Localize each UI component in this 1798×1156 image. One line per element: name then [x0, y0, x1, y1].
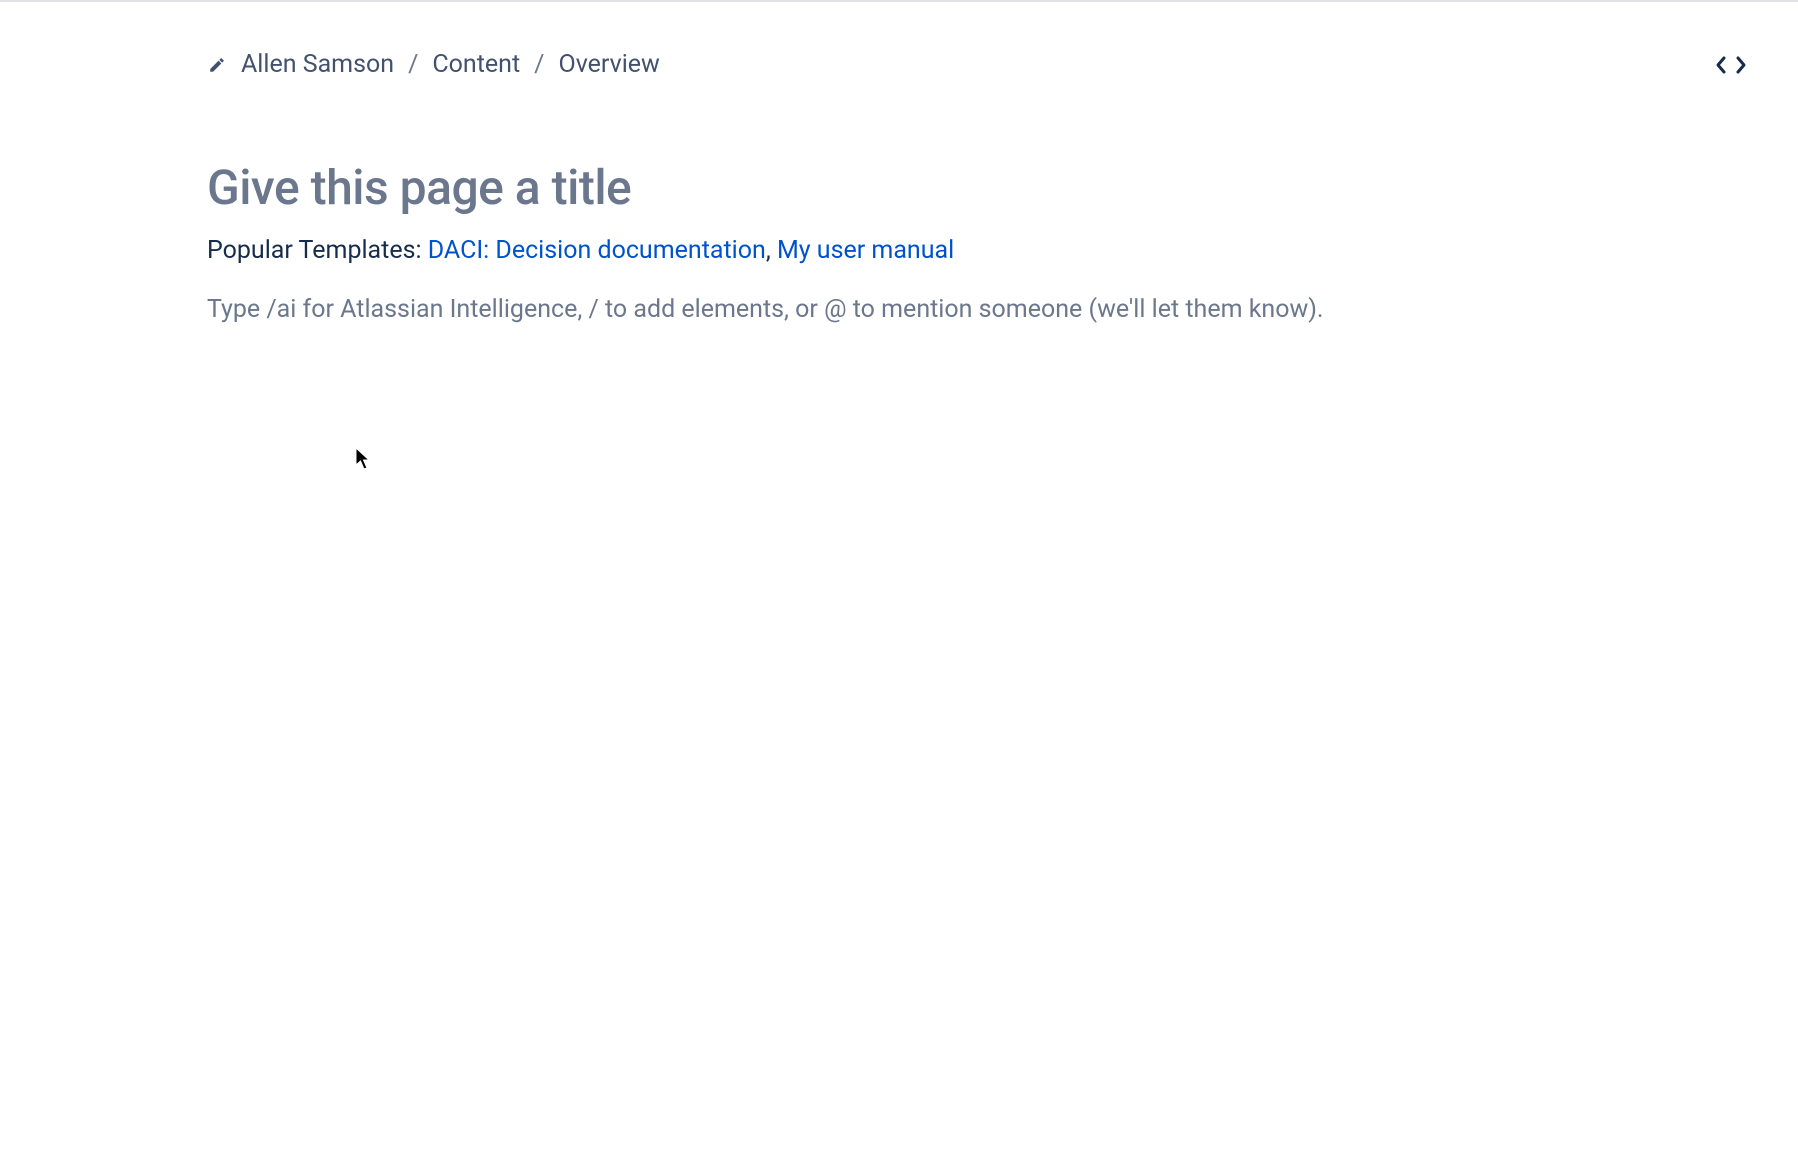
template-link-user-manual[interactable]: My user manual [777, 236, 954, 265]
expand-horizontal-icon [1716, 55, 1746, 75]
breadcrumb-separator: / [534, 50, 544, 79]
page-header: Allen Samson / Content / Overview [0, 2, 1798, 79]
page-body-input[interactable]: Type /ai for Atlassian Intelligence, / t… [207, 295, 1591, 324]
page-title-input[interactable]: Give this page a title [207, 159, 1591, 216]
breadcrumb-separator: / [408, 50, 418, 79]
breadcrumb: Allen Samson / Content / Overview [207, 50, 660, 79]
breadcrumb-item-overview[interactable]: Overview [559, 50, 660, 79]
edit-icon [207, 55, 227, 75]
template-link-daci[interactable]: DACI: Decision documentation [428, 236, 766, 265]
expand-width-button[interactable] [1712, 51, 1750, 79]
templates-label: Popular Templates: [207, 236, 428, 265]
templates-row: Popular Templates: DACI: Decision docume… [207, 236, 1591, 265]
page-content: Give this page a title Popular Templates… [0, 79, 1798, 324]
templates-separator: , [766, 236, 777, 265]
breadcrumb-item-space[interactable]: Allen Samson [241, 50, 394, 79]
mouse-cursor [355, 447, 373, 475]
breadcrumb-item-content[interactable]: Content [432, 50, 520, 79]
